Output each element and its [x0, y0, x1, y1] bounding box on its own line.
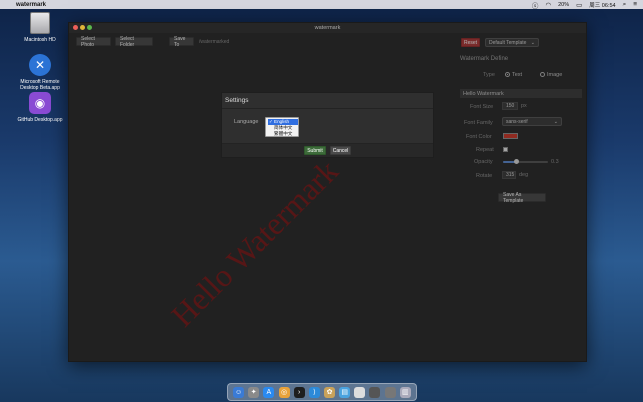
screen-icon[interactable] — [384, 386, 396, 398]
app-window: watermark Select Photo Select Folder Sav… — [68, 22, 587, 362]
desktop-icon-github-desktop[interactable]: ◉ GitHub Desktop.app — [12, 92, 68, 123]
wifi-icon[interactable]: ◠ — [545, 1, 551, 9]
github-icon: ◉ — [29, 92, 51, 114]
finder-icon[interactable]: ☺ — [233, 386, 245, 398]
language-option-label: English — [274, 119, 290, 124]
language-option-traditional-chinese[interactable]: 繁體中文 — [268, 131, 298, 137]
vscode-icon[interactable]: ⟩ — [308, 386, 320, 398]
menu-app-name[interactable]: watermark — [16, 2, 46, 8]
language-option-label: 繁體中文 — [274, 131, 293, 136]
desktop-icon-label: Microsoft Remote Desktop Beta.app — [20, 79, 60, 91]
settings-dialog-title: Settings — [225, 97, 249, 104]
control-center-icon[interactable]: ≡ — [633, 1, 637, 8]
desktop-icon-label: Macintosh HD — [24, 37, 56, 43]
input-method-icon[interactable]: ⓢ — [532, 0, 539, 10]
document-icon[interactable] — [354, 386, 366, 398]
settings-dialog: Settings Language Submit Cancel — [221, 92, 434, 158]
desktop-icon-remote-desktop[interactable]: ✕ Microsoft Remote Desktop Beta.app — [12, 54, 68, 91]
desktop-icon-macintosh-hd[interactable]: Macintosh HD — [12, 12, 68, 43]
search-icon[interactable]: ⌕ — [623, 1, 627, 9]
battery-percent[interactable]: 20% — [558, 2, 569, 8]
menu-clock[interactable]: 周三 06:54 — [589, 1, 615, 9]
settings-dialog-footer: Submit Cancel — [222, 143, 433, 157]
remote-desktop-icon: ✕ — [29, 54, 51, 76]
hard-drive-icon — [30, 12, 50, 34]
divider — [222, 108, 433, 109]
dock: ☺ ✦ A ◎ › ⟩ ✿ ▤ ▥ — [227, 383, 417, 401]
menu-bar-status: ⓢ ◠ 20% ▭ 周三 06:54 ⌕ ≡ — [532, 0, 637, 10]
menu-bar: watermark ⓢ ◠ 20% ▭ 周三 06:54 ⌕ ≡ — [0, 0, 643, 10]
chrome-icon[interactable]: ◎ — [278, 386, 290, 398]
battery-icon[interactable]: ▭ — [576, 1, 582, 9]
language-option-label: 简体中文 — [274, 125, 293, 130]
modal-overlay[interactable] — [69, 33, 586, 361]
preview-app-icon[interactable]: ✿ — [324, 386, 336, 398]
submit-button[interactable]: Submit — [304, 146, 326, 155]
cancel-button[interactable]: Cancel — [330, 146, 351, 155]
app-store-icon[interactable]: A — [263, 386, 275, 398]
launchpad-icon[interactable]: ✦ — [248, 386, 260, 398]
desktop-icon-label: GitHub Desktop.app — [17, 117, 63, 123]
window-title: watermark — [314, 25, 341, 31]
language-label: Language — [234, 119, 259, 125]
language-dropdown[interactable]: ✓ English 简体中文 繁體中文 — [265, 117, 299, 137]
folder-icon[interactable]: ▤ — [339, 386, 351, 398]
title-bar[interactable]: watermark — [69, 23, 586, 33]
trash-icon[interactable]: ▥ — [399, 386, 411, 398]
app-window-icon[interactable] — [369, 386, 381, 398]
terminal-icon[interactable]: › — [293, 386, 305, 398]
